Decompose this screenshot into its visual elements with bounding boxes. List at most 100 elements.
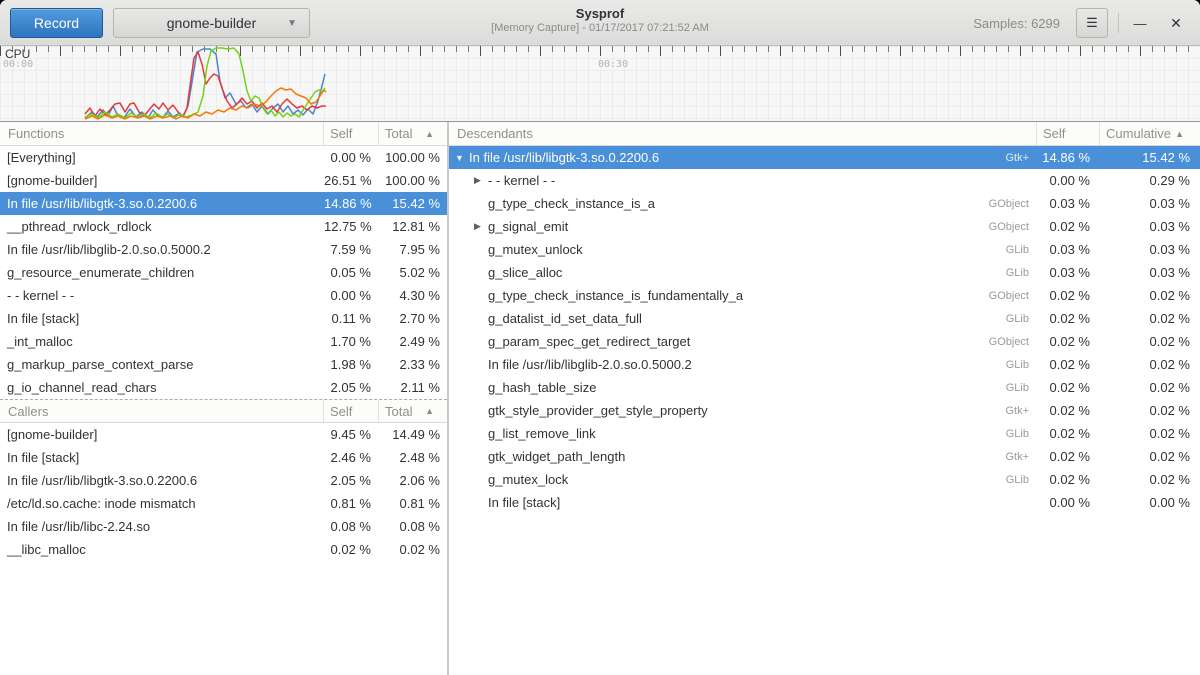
table-row[interactable]: _int_malloc1.70 %2.49 % bbox=[0, 330, 447, 353]
total-value: 2.33 % bbox=[379, 357, 447, 372]
table-row[interactable]: [gnome-builder]9.45 %14.49 % bbox=[0, 423, 447, 446]
total-column-header[interactable]: Total ▲ bbox=[379, 400, 447, 422]
cumulative-value: 0.02 % bbox=[1100, 357, 1200, 372]
tree-row[interactable]: g_type_check_instance_is_fundamentally_a… bbox=[449, 284, 1200, 307]
table-row[interactable]: [gnome-builder]26.51 %100.00 % bbox=[0, 169, 447, 192]
tree-row[interactable]: gtk_style_provider_get_style_propertyGtk… bbox=[449, 399, 1200, 422]
cumulative-column-label: Cumulative bbox=[1106, 126, 1171, 141]
cumulative-value: 0.02 % bbox=[1100, 380, 1200, 395]
tree-row[interactable]: g_datalist_id_set_data_fullGLib0.02 %0.0… bbox=[449, 307, 1200, 330]
table-row[interactable]: In file [stack]2.46 %2.48 % bbox=[0, 446, 447, 469]
total-value: 14.49 % bbox=[379, 427, 447, 442]
samples-count: Samples: 6299 bbox=[973, 0, 1060, 46]
expander-icon[interactable]: ▶ bbox=[474, 221, 488, 232]
tree-row[interactable]: ▼In file /usr/lib/libgtk-3.so.0.2200.6Gt… bbox=[449, 146, 1200, 169]
cumulative-column-header[interactable]: Cumulative ▲ bbox=[1100, 122, 1200, 145]
self-column-header[interactable]: Self bbox=[1037, 122, 1100, 145]
callers-column-header[interactable]: Callers bbox=[0, 400, 324, 422]
table-row[interactable]: /etc/ld.so.cache: inode mismatch0.81 %0.… bbox=[0, 492, 447, 515]
table-row[interactable]: g_resource_enumerate_children0.05 %5.02 … bbox=[0, 261, 447, 284]
table-row[interactable]: In file [stack]0.11 %2.70 % bbox=[0, 307, 447, 330]
function-name: In file /usr/lib/libgtk-3.so.0.2200.6 bbox=[469, 150, 659, 165]
table-row[interactable]: g_io_channel_read_chars2.05 %2.11 % bbox=[0, 376, 447, 399]
functions-column-header[interactable]: Functions bbox=[0, 122, 324, 145]
table-row[interactable]: In file /usr/lib/libgtk-3.so.0.2200.614.… bbox=[0, 192, 447, 215]
function-name: g_mutex_unlock bbox=[488, 242, 583, 257]
function-name: g_list_remove_link bbox=[488, 426, 596, 441]
cumulative-value: 0.02 % bbox=[1100, 472, 1200, 487]
process-selector-dropdown[interactable]: gnome-builder ▼ bbox=[113, 8, 310, 38]
self-value: 0.02 % bbox=[1037, 288, 1100, 303]
total-value: 100.00 % bbox=[379, 150, 447, 165]
hamburger-icon: ☰ bbox=[1086, 15, 1098, 31]
cumulative-value: 0.02 % bbox=[1100, 449, 1200, 464]
total-column-label: Total bbox=[385, 404, 412, 419]
tree-row[interactable]: g_list_remove_linkGLib0.02 %0.02 % bbox=[449, 422, 1200, 445]
cumulative-value: 0.03 % bbox=[1100, 219, 1200, 234]
table-row[interactable]: In file /usr/lib/libglib-2.0.so.0.5000.2… bbox=[0, 238, 447, 261]
expander-icon[interactable]: ▼ bbox=[455, 153, 469, 163]
sort-ascending-icon: ▲ bbox=[1175, 129, 1184, 139]
tree-row[interactable]: g_mutex_unlockGLib0.03 %0.03 % bbox=[449, 238, 1200, 261]
self-value: 1.98 % bbox=[324, 357, 379, 372]
self-value: 0.03 % bbox=[1037, 196, 1100, 211]
cumulative-value: 0.02 % bbox=[1100, 334, 1200, 349]
close-icon: ✕ bbox=[1170, 15, 1182, 32]
tree-row[interactable]: g_type_check_instance_is_aGObject0.03 %0… bbox=[449, 192, 1200, 215]
tree-row[interactable]: g_slice_allocGLib0.03 %0.03 % bbox=[449, 261, 1200, 284]
table-row[interactable]: In file /usr/lib/libgtk-3.so.0.2200.62.0… bbox=[0, 469, 447, 492]
functions-header: Functions Self Total ▲ bbox=[0, 122, 447, 146]
table-row[interactable]: __pthread_rwlock_rdlock12.75 %12.81 % bbox=[0, 215, 447, 238]
self-value: 12.75 % bbox=[324, 219, 379, 234]
time-label-mid: 00:30 bbox=[598, 59, 628, 70]
self-value: 14.86 % bbox=[324, 196, 379, 211]
descendants-column-header[interactable]: Descendants bbox=[449, 122, 1037, 145]
descendants-tree: ▼In file /usr/lib/libgtk-3.so.0.2200.6Gt… bbox=[449, 146, 1200, 514]
close-button[interactable]: ✕ bbox=[1160, 8, 1192, 38]
function-name: g_datalist_id_set_data_full bbox=[488, 311, 642, 326]
table-row[interactable]: In file /usr/lib/libc-2.24.so0.08 %0.08 … bbox=[0, 515, 447, 538]
table-row[interactable]: [Everything]0.00 %100.00 % bbox=[0, 146, 447, 169]
function-name: gtk_style_provider_get_style_property bbox=[488, 403, 708, 418]
function-name: In file /usr/lib/libc-2.24.so bbox=[0, 519, 324, 534]
self-column-header[interactable]: Self bbox=[324, 122, 379, 145]
self-value: 0.00 % bbox=[324, 288, 379, 303]
table-row[interactable]: g_markup_parse_context_parse1.98 %2.33 % bbox=[0, 353, 447, 376]
total-value: 15.42 % bbox=[379, 196, 447, 211]
tree-row[interactable]: In file /usr/lib/libglib-2.0.so.0.5000.2… bbox=[449, 353, 1200, 376]
time-label-start: 00:00 bbox=[3, 59, 33, 70]
callers-header[interactable]: Callers Self Total ▲ bbox=[0, 399, 447, 423]
tree-row[interactable]: g_mutex_lockGLib0.02 %0.02 % bbox=[449, 468, 1200, 491]
function-name: _int_malloc bbox=[0, 334, 324, 349]
tree-row[interactable]: gtk_widget_path_lengthGtk+0.02 %0.02 % bbox=[449, 445, 1200, 468]
table-row[interactable]: - - kernel - -0.00 %4.30 % bbox=[0, 284, 447, 307]
cumulative-value: 0.02 % bbox=[1100, 426, 1200, 441]
self-value: 0.81 % bbox=[324, 496, 379, 511]
callers-list: [gnome-builder]9.45 %14.49 %In file [sta… bbox=[0, 423, 447, 561]
function-name: In file [stack] bbox=[0, 450, 324, 465]
self-column-header[interactable]: Self bbox=[324, 400, 379, 422]
tree-row[interactable]: ▶- - kernel - -0.00 %0.29 % bbox=[449, 169, 1200, 192]
function-name: In file [stack] bbox=[488, 495, 560, 510]
total-column-header[interactable]: Total ▲ bbox=[379, 122, 447, 145]
menu-button[interactable]: ☰ bbox=[1076, 8, 1108, 38]
tree-row[interactable]: g_hash_table_sizeGLib0.02 %0.02 % bbox=[449, 376, 1200, 399]
self-value: 0.03 % bbox=[1037, 265, 1100, 280]
cumulative-value: 0.03 % bbox=[1100, 196, 1200, 211]
function-name: __pthread_rwlock_rdlock bbox=[0, 219, 324, 234]
tree-row[interactable]: In file [stack]0.00 %0.00 % bbox=[449, 491, 1200, 514]
record-button[interactable]: Record bbox=[10, 8, 103, 38]
function-name: g_param_spec_get_redirect_target bbox=[488, 334, 690, 349]
minimize-button[interactable]: — bbox=[1124, 8, 1156, 38]
self-value: 0.02 % bbox=[1037, 357, 1100, 372]
library-tag: GLib bbox=[1006, 428, 1037, 440]
cpu-timeline[interactable]: CPU 00:00 00:30 bbox=[0, 46, 1200, 122]
self-value: 0.05 % bbox=[324, 265, 379, 280]
self-value: 0.03 % bbox=[1037, 242, 1100, 257]
table-row[interactable]: __libc_malloc0.02 %0.02 % bbox=[0, 538, 447, 561]
library-tag: GLib bbox=[1006, 382, 1037, 394]
total-value: 5.02 % bbox=[379, 265, 447, 280]
tree-row[interactable]: ▶g_signal_emitGObject0.02 %0.03 % bbox=[449, 215, 1200, 238]
expander-icon[interactable]: ▶ bbox=[474, 175, 488, 186]
tree-row[interactable]: g_param_spec_get_redirect_targetGObject0… bbox=[449, 330, 1200, 353]
